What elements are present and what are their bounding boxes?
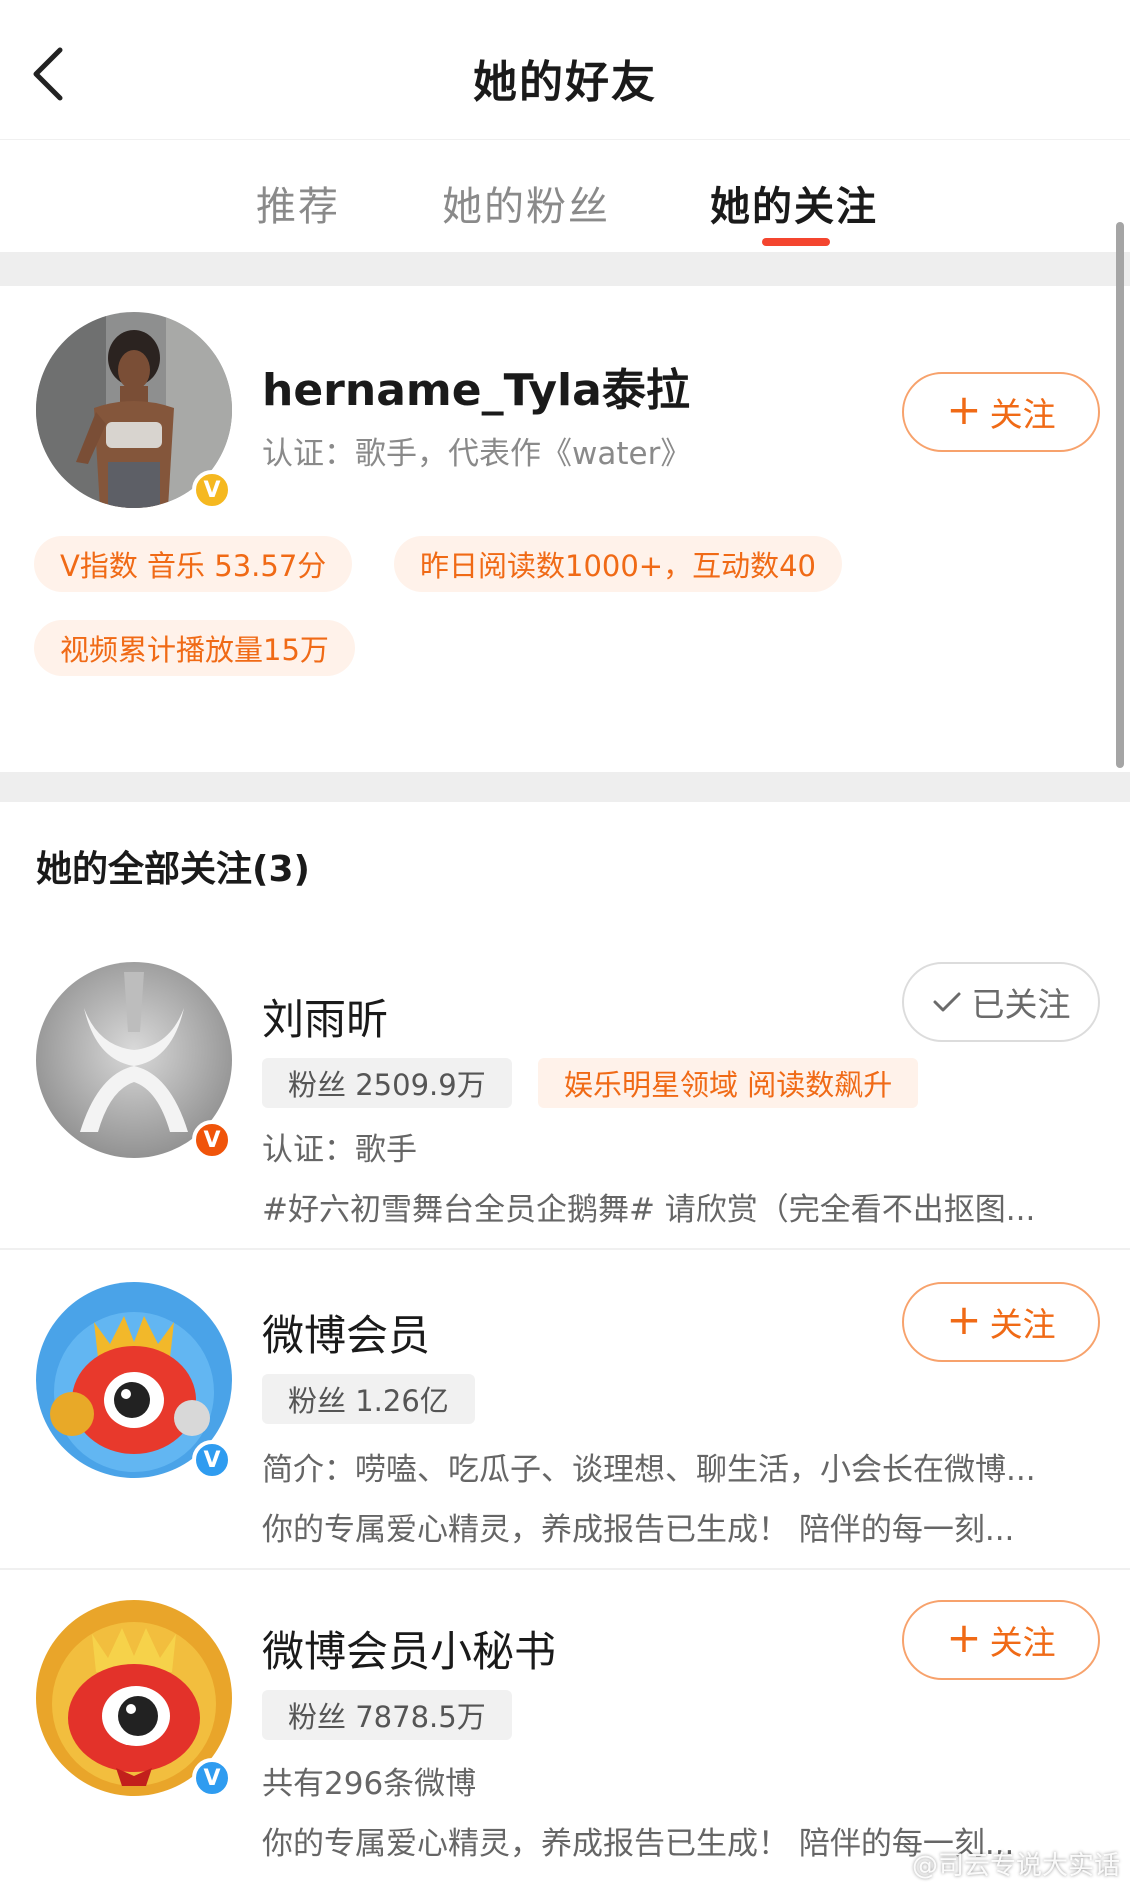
fans-count: 粉丝 1.26亿: [262, 1374, 475, 1424]
user-name[interactable]: 刘雨昕: [262, 986, 388, 1047]
weibo-logo-icon: [874, 1852, 905, 1876]
latest-post-text: 你的专属爱心精灵，养成报告已生成！ 陪伴的每一刻...: [262, 1512, 1015, 1548]
follow-button[interactable]: + 关注: [902, 1282, 1100, 1362]
active-tab-indicator: [762, 238, 830, 246]
plus-icon: +: [946, 385, 982, 434]
divider: [0, 772, 1130, 802]
stat-tag: V指数 音乐 53.57分: [34, 536, 353, 592]
top-bar: 她的好友: [0, 0, 1130, 140]
tab-recommend[interactable]: 推荐: [256, 174, 340, 232]
trending-tag: 娱乐明星领域 阅读数飙升: [538, 1058, 919, 1108]
list-item[interactable]: V 微博会员 + 关注 粉丝 1.26亿 简介：唠嗑、吃瓜子、谈理想、聊生活，小…: [0, 1250, 1130, 1570]
fans-count: 粉丝 2509.9万: [262, 1058, 512, 1108]
stat-tag: 视频累计播放量15万: [34, 620, 355, 676]
verified-badge-icon: V: [192, 470, 232, 510]
section-title: 她的全部关注(3): [36, 849, 310, 890]
verification-text: 认证：歌手，代表作《water》: [262, 436, 692, 472]
tab-her-fans[interactable]: 她的粉丝: [442, 174, 610, 232]
follow-button[interactable]: + 关注: [902, 1600, 1100, 1680]
verified-badge-icon: V: [192, 1440, 232, 1480]
scrollbar[interactable]: [1116, 222, 1124, 768]
plus-icon: +: [946, 1613, 982, 1662]
follow-label: 关注: [989, 395, 1056, 434]
user-name[interactable]: 微博会员: [262, 1302, 430, 1363]
watermark-text: @司云专说大实话: [911, 1851, 1120, 1881]
list-item[interactable]: V 刘雨昕 已关注 粉丝 2509.9万 娱乐明星领域 阅读数飙升 认证：歌手 …: [0, 936, 1130, 1250]
check-icon: [933, 992, 960, 1012]
fans-count: 粉丝 7878.5万: [262, 1690, 512, 1740]
post-count-text: 共有296条微博: [262, 1766, 477, 1802]
latest-post-text: #好六初雪舞台全员企鹅舞# 请欣赏（完全看不出抠图...: [262, 1192, 1036, 1228]
follow-button[interactable]: + 关注: [902, 372, 1100, 452]
verified-badge-icon: V: [192, 1758, 232, 1798]
tab-her-following[interactable]: 她的关注: [710, 174, 878, 232]
divider: [0, 252, 1130, 286]
list-item[interactable]: V 微博会员小秘书 + 关注 粉丝 7878.5万 共有296条微博 你的专属爱…: [0, 1570, 1130, 1890]
verification-text: 认证：歌手: [262, 1132, 417, 1168]
stat-tag: 昨日阅读数1000+，互动数40: [394, 536, 843, 592]
followed-button[interactable]: 已关注: [902, 962, 1100, 1042]
user-name[interactable]: 微博会员小秘书: [262, 1618, 556, 1679]
plus-icon: +: [946, 1295, 982, 1344]
followed-label: 已关注: [971, 985, 1071, 1024]
bio-text: 简介：唠嗑、吃瓜子、谈理想、聊生活，小会长在微博...: [262, 1452, 1036, 1488]
watermark: @司云专说大实话: [874, 1845, 1120, 1882]
featured-user-card[interactable]: V hername_Tyla泰拉 认证：歌手，代表作《water》 + 关注 V…: [0, 286, 1130, 772]
verified-badge-icon: V: [192, 1120, 232, 1160]
page-title: 她的好友: [473, 57, 657, 108]
follow-label: 关注: [989, 1623, 1056, 1662]
user-name[interactable]: hername_Tyla泰拉: [262, 354, 690, 418]
follow-label: 关注: [989, 1305, 1056, 1344]
